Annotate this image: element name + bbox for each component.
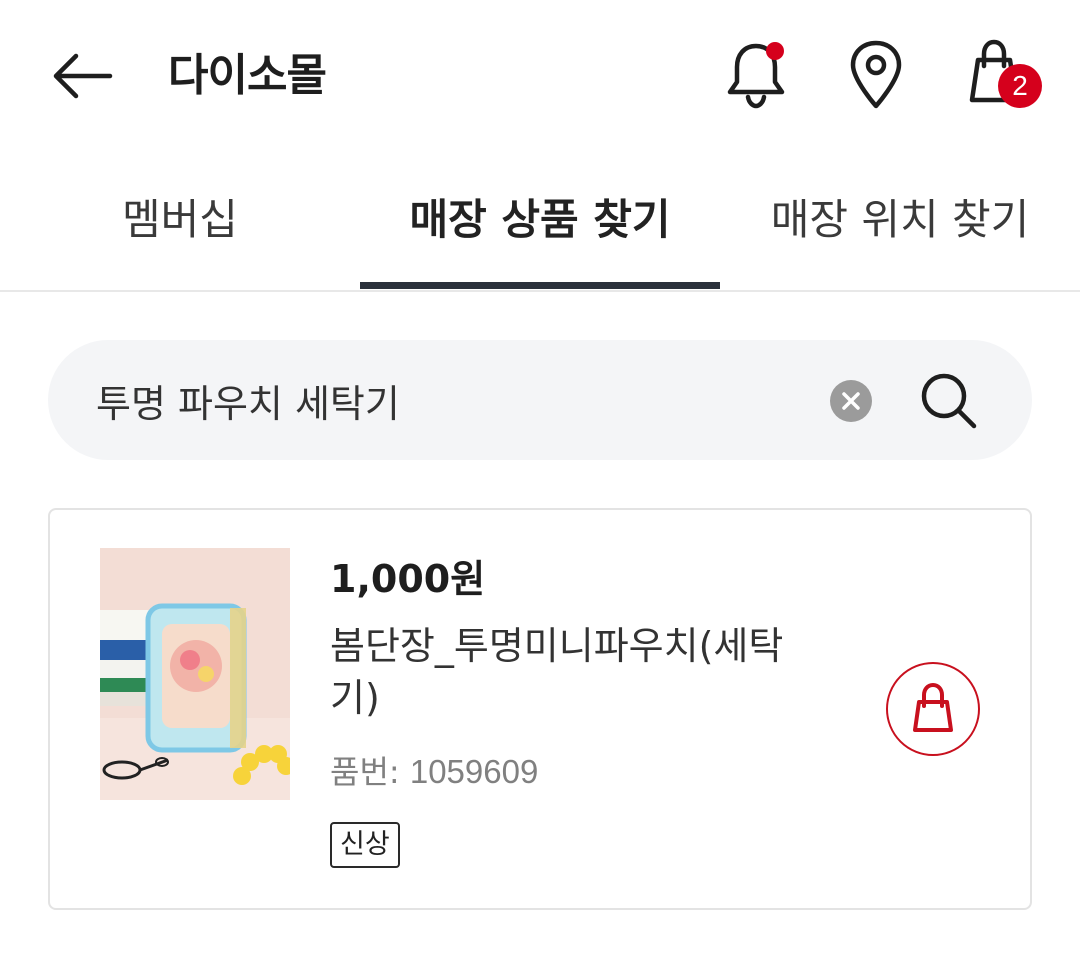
app-title: 다이소몰 xyxy=(168,50,327,101)
clear-search-button[interactable] xyxy=(830,380,872,422)
store-location-button[interactable] xyxy=(840,36,912,112)
search-icon xyxy=(921,373,977,429)
product-price: 1,000원 xyxy=(330,557,486,601)
product-code: 품번: 1059609 xyxy=(330,750,538,794)
app-header: 다이소몰 2 xyxy=(0,0,1080,150)
product-photo xyxy=(100,548,290,800)
shopping-bag-icon xyxy=(913,682,953,732)
back-button[interactable] xyxy=(48,48,118,104)
add-to-cart-button[interactable] xyxy=(886,662,980,756)
tab-membership[interactable]: 멤버십 xyxy=(0,160,360,288)
product-code-value: 1059609 xyxy=(409,753,539,790)
tab-bar: 멤버십 매장 상품 찾기 매장 위치 찾기 xyxy=(0,160,1080,292)
new-product-badge: 신상 xyxy=(330,822,400,868)
search-input[interactable] xyxy=(96,370,796,430)
tab-store-location-search[interactable]: 매장 위치 찾기 xyxy=(720,160,1080,288)
product-name[interactable]: 봄단장_투명미니파우치(세탁기) xyxy=(330,620,810,724)
search-bar xyxy=(48,340,1032,460)
notification-dot xyxy=(766,42,784,60)
clear-icon xyxy=(842,392,860,410)
product-code-label: 품번: xyxy=(330,753,400,791)
search-button[interactable] xyxy=(916,368,982,434)
product-image[interactable] xyxy=(100,548,290,800)
map-pin-icon xyxy=(850,40,902,109)
active-tab-indicator xyxy=(360,282,720,289)
tab-store-product-search[interactable]: 매장 상품 찾기 xyxy=(360,160,720,288)
arrow-left-icon xyxy=(53,53,113,99)
product-card[interactable]: 1,000원 봄단장_투명미니파우치(세탁기) 품번: 1059609 신상 xyxy=(48,508,1032,910)
cart-count-badge: 2 xyxy=(998,64,1042,108)
